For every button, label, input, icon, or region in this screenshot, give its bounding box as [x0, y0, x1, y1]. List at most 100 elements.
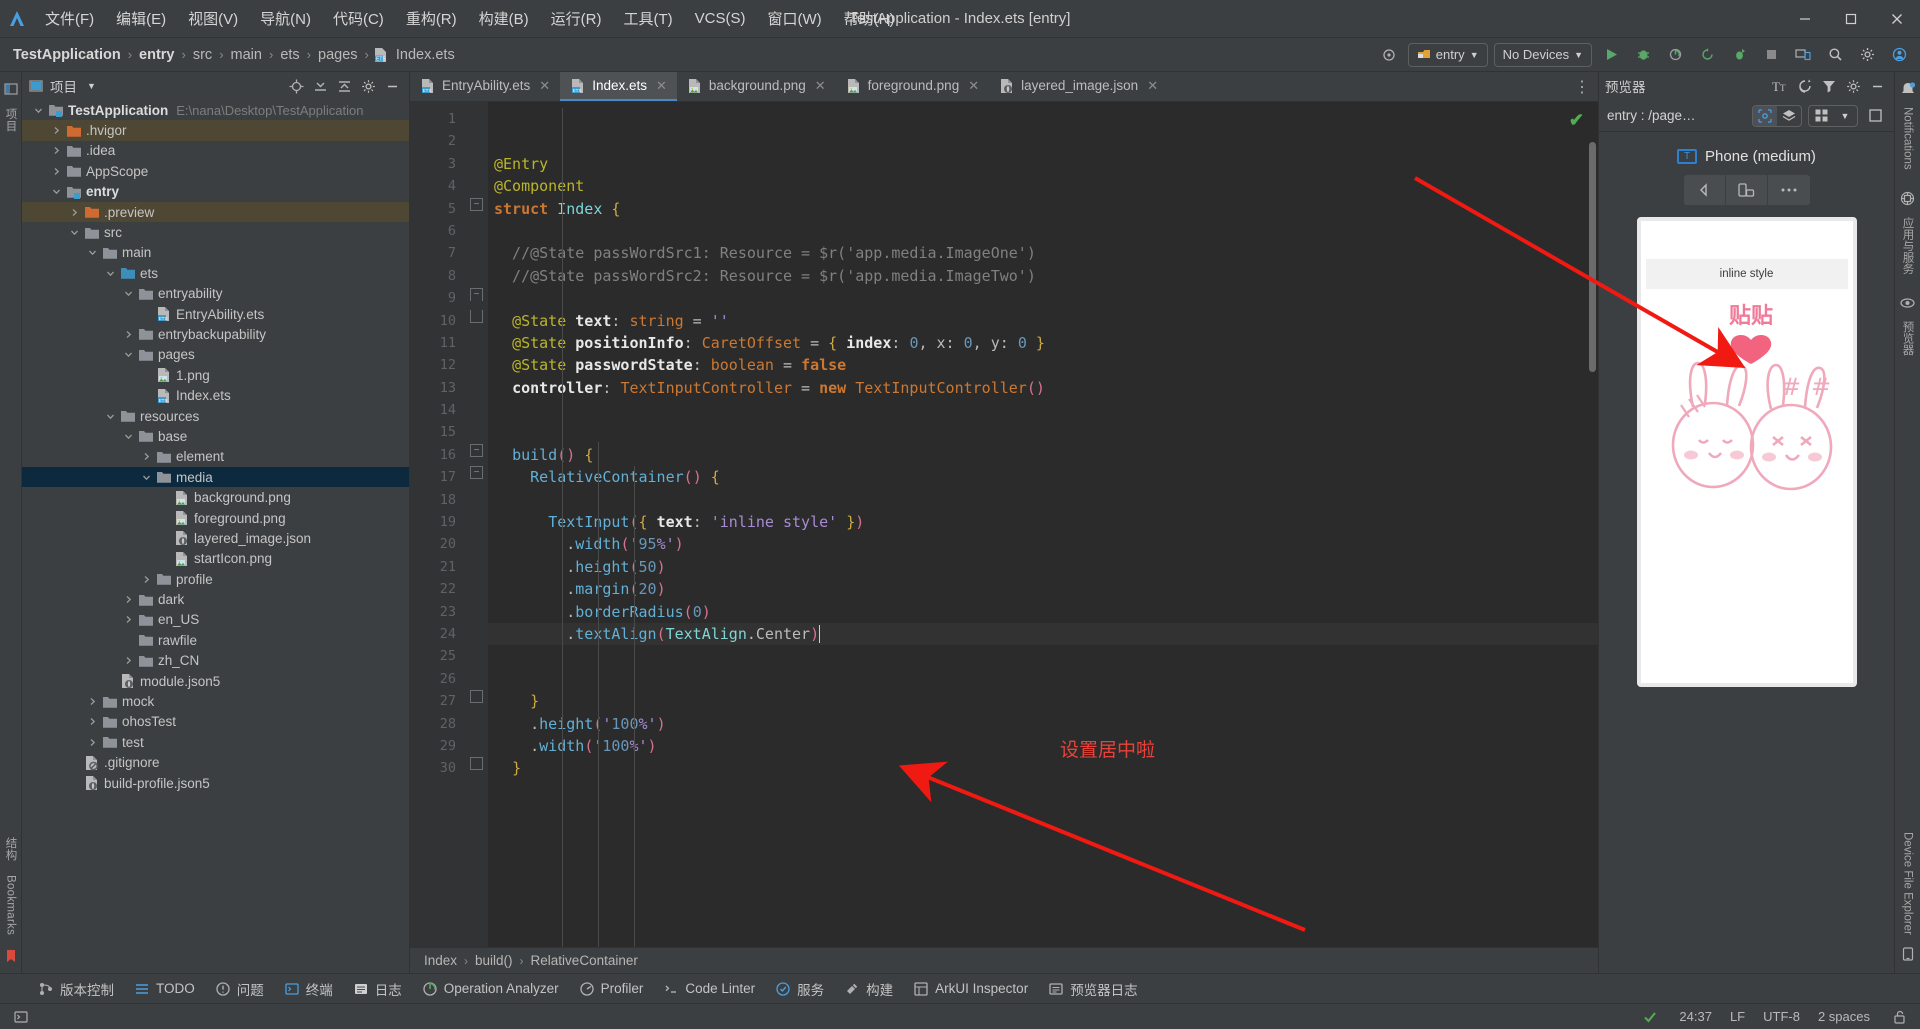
chevron-down-icon[interactable] [122, 348, 135, 361]
stop-icon[interactable] [1758, 42, 1784, 68]
collapse-all-icon[interactable] [333, 75, 355, 97]
code-line[interactable]: build() { [488, 444, 1598, 466]
window-controls[interactable] [1782, 0, 1920, 37]
chevron-right-icon[interactable] [140, 450, 153, 463]
account-icon[interactable] [1886, 42, 1912, 68]
close-icon[interactable]: ✕ [815, 78, 826, 94]
device-selector[interactable]: No Devices ▼ [1493, 42, 1592, 67]
code-line[interactable]: @State passwordState: boolean = false [488, 354, 1598, 376]
menu-item-1[interactable]: 编辑(E) [105, 3, 177, 34]
code-content[interactable]: @Entry @Component struct Index { //@State … [488, 102, 1598, 947]
tree-row[interactable]: entry [22, 182, 409, 202]
previewer-device-controls[interactable] [1683, 175, 1810, 205]
code-line[interactable] [488, 287, 1598, 309]
tree-row[interactable]: .hvigor [22, 120, 409, 141]
structure-breadcrumb[interactable]: Index › build() › RelativeContainer [410, 947, 1598, 973]
terminal-toggle-icon[interactable] [10, 1006, 32, 1028]
code-line[interactable]: @State positionInfo: CaretOffset = { ind… [488, 332, 1598, 354]
tree-row[interactable]: ets [22, 263, 409, 283]
tree-row[interactable]: profile [22, 569, 409, 589]
tree-row[interactable]: ETS Index.ets [22, 385, 409, 405]
editor-scrollbar[interactable] [1589, 142, 1596, 372]
editor-tab-bar[interactable]: ETS EntryAbility.ets ✕ ETS Index.ets ✕ backgro… [410, 72, 1598, 102]
chevron-down-icon[interactable] [104, 267, 117, 280]
refresh-icon[interactable] [1794, 75, 1816, 97]
chevron-down-icon[interactable] [68, 226, 81, 239]
menu-item-7[interactable]: 运行(R) [540, 3, 613, 34]
chevron-right-icon[interactable] [140, 573, 153, 586]
fold-marker-struct[interactable]: − [470, 198, 483, 211]
tree-row[interactable]: resources [22, 406, 409, 426]
menu-item-10[interactable]: 窗口(W) [756, 3, 832, 34]
tree-row[interactable]: media [22, 467, 409, 488]
rotate-icon[interactable] [1725, 175, 1768, 205]
tool-window-bar[interactable]: 版本控制 TODO 问题 终端 日志 Operation Analyzer Profiler… [0, 973, 1920, 1003]
sync-icon[interactable] [1694, 42, 1720, 68]
chevron-right-icon[interactable] [50, 165, 63, 178]
hide-panel-icon[interactable] [1866, 75, 1888, 97]
menu-item-8[interactable]: 工具(T) [612, 3, 683, 34]
chevron-right-icon[interactable] [50, 124, 63, 137]
previewer-rail-group[interactable]: 预览器 [1897, 292, 1919, 360]
tree-row[interactable]: entryability [22, 284, 409, 304]
tree-row[interactable]: .preview [22, 201, 409, 223]
layers-icon[interactable] [1777, 106, 1801, 126]
tool-window-button[interactable]: 版本控制 [28, 977, 124, 1001]
tree-row[interactable]: ETS EntryAbility.ets [22, 304, 409, 324]
breadcrumb-item-1[interactable]: entry [136, 46, 177, 64]
breadcrumb-item-2[interactable]: src [190, 46, 215, 64]
tree-row[interactable]: layered_image.json [22, 528, 409, 548]
code-line[interactable]: @Component [488, 175, 1598, 197]
close-icon[interactable]: ✕ [968, 78, 979, 94]
unlocked-icon[interactable] [1888, 1006, 1910, 1028]
editor-tab[interactable]: ETS Index.ets ✕ [560, 72, 677, 101]
tree-row[interactable]: foreground.png [22, 508, 409, 528]
device-preview-frame[interactable]: inline style 贴贴 # # [1636, 217, 1857, 687]
chevron-down-icon[interactable] [50, 185, 63, 198]
tree-row[interactable]: test [22, 732, 409, 752]
menu-item-2[interactable]: 视图(V) [177, 3, 249, 34]
structure-crumb-1[interactable]: build() [475, 953, 513, 968]
code-line[interactable]: .borderRadius(0) [488, 601, 1598, 623]
chevron-down-icon[interactable] [122, 430, 135, 443]
code-line[interactable]: .width('100%') [488, 735, 1598, 757]
tree-row[interactable]: TestApplication E:\nana\Desktop\TestAppli… [22, 100, 409, 120]
chevron-right-icon[interactable] [122, 328, 135, 341]
inspection-ok-icon[interactable]: ✔ [1569, 110, 1584, 131]
breadcrumb-item-4[interactable]: ets [277, 46, 302, 64]
fold-marker-container-end[interactable] [470, 690, 483, 703]
code-line[interactable]: } [488, 690, 1598, 712]
tool-window-button[interactable]: 问题 [205, 977, 274, 1001]
target-icon[interactable] [1376, 42, 1402, 68]
chevron-right-icon[interactable] [122, 654, 135, 667]
tree-row[interactable]: en_US [22, 610, 409, 630]
profile-icon[interactable] [1662, 42, 1688, 68]
fold-marker-comment-end[interactable] [470, 310, 483, 323]
code-line[interactable]: controller: TextInputController = new Te… [488, 377, 1598, 399]
tool-window-button[interactable]: ArkUI Inspector [903, 979, 1038, 999]
code-line[interactable]: @Entry [488, 153, 1598, 175]
chevron-right-icon[interactable] [50, 144, 63, 157]
tree-row[interactable]: pages [22, 345, 409, 365]
code-line[interactable]: //@State passWordSrc2: Resource = $r('ap… [488, 265, 1598, 287]
chevron-right-icon[interactable] [122, 593, 135, 606]
previewer-device-group[interactable]: ▼ [1808, 104, 1858, 127]
code-line[interactable] [488, 399, 1598, 421]
menu-item-0[interactable]: 文件(F) [34, 3, 105, 34]
tool-window-button[interactable]: 终端 [274, 977, 343, 1001]
tree-row[interactable]: main [22, 243, 409, 263]
fold-gutter[interactable]: − − − − [466, 102, 488, 947]
rail-label-notifications[interactable]: Notifications [1902, 103, 1914, 174]
breadcrumb-item-0[interactable]: TestApplication [10, 46, 124, 64]
settings-icon[interactable] [1854, 42, 1880, 68]
tree-row[interactable]: ohosTest [22, 712, 409, 732]
filter-icon[interactable] [1818, 75, 1840, 97]
tool-window-button[interactable]: Operation Analyzer [412, 979, 569, 999]
chevron-right-icon[interactable] [86, 715, 99, 728]
rail-label-previewer[interactable]: 预览器 [1900, 317, 1916, 360]
editor-tab[interactable]: layered_image.json ✕ [989, 72, 1168, 101]
rail-label-app-services[interactable]: 应用与服务 [1900, 213, 1916, 279]
code-line[interactable]: .height('100%') [488, 713, 1598, 735]
chevron-right-icon[interactable] [68, 206, 81, 219]
tool-window-button[interactable]: TODO [124, 979, 205, 999]
